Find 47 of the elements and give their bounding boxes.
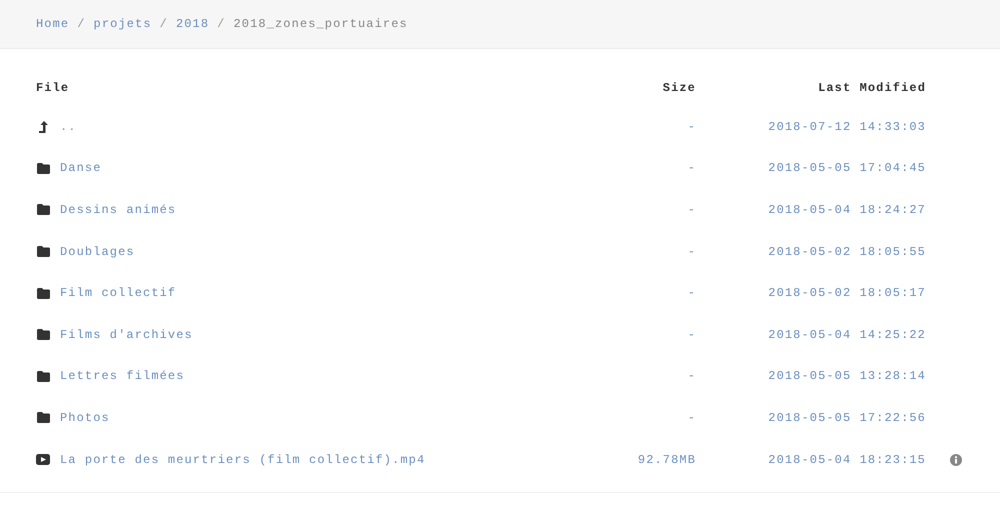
file-link[interactable]: La porte des meurtriers (film collectif).mp4 <box>60 450 426 469</box>
video-icon <box>36 454 50 466</box>
file-size: - <box>686 368 696 386</box>
file-size: - <box>686 326 696 344</box>
breadcrumb-link[interactable]: projets <box>94 15 152 33</box>
file-size: - <box>686 244 696 261</box>
modified-date: 2018-05-05 17:04:45 <box>767 160 926 178</box>
separator: / <box>77 16 86 33</box>
file-size: - <box>686 410 696 427</box>
file-link[interactable]: Danse <box>60 159 102 178</box>
file-size: - <box>686 118 696 136</box>
file-link[interactable]: Dessins animés <box>60 200 176 219</box>
column-header: File <box>36 80 70 97</box>
breadcrumb-link[interactable]: 2018 <box>176 15 210 33</box>
modified-date: 2018-05-05 13:28:14 <box>767 368 926 386</box>
file-link[interactable]: Films d'archives <box>60 326 193 344</box>
modified-date: 2018-05-02 18:05:55 <box>767 244 926 261</box>
separator: / <box>217 16 226 33</box>
modified-date: 2018-05-02 18:05:17 <box>767 285 926 302</box>
modified-date: 2018-05-04 14:25:22 <box>767 326 926 344</box>
file-link[interactable]: Photos <box>60 408 110 427</box>
column-header: Size <box>662 80 696 97</box>
modified-date: 2018-05-04 18:23:15 <box>767 452 926 469</box>
folder-icon <box>36 162 50 174</box>
file-size: - <box>686 202 696 219</box>
file-size: - <box>686 285 696 302</box>
file-size: - <box>686 160 696 178</box>
info-icon[interactable] <box>950 454 962 466</box>
folder-icon <box>36 288 50 299</box>
folder-icon <box>36 246 50 258</box>
breadcrumb-link[interactable]: Home <box>36 15 70 33</box>
folder-icon <box>36 204 50 216</box>
parent-link[interactable]: .. <box>60 118 77 136</box>
breadcrumb-current: 2018_zones_portuaires <box>233 16 408 33</box>
file-size: 92.78MB <box>636 452 696 469</box>
file-link[interactable]: Doublages <box>60 242 135 261</box>
modified-date: 2018-07-12 14:33:03 <box>767 118 926 136</box>
modified-date: 2018-05-04 18:24:27 <box>767 202 926 219</box>
folder-icon <box>36 329 50 340</box>
column-header: Last Modified <box>817 80 926 97</box>
file-link[interactable]: Lettres filmées <box>60 367 185 386</box>
folder-icon <box>36 412 50 424</box>
folder-icon <box>36 370 50 382</box>
up-arrow-icon <box>38 120 48 133</box>
file-link[interactable]: Film collectif <box>60 284 176 302</box>
separator: / <box>160 16 168 33</box>
modified-date: 2018-05-05 17:22:56 <box>767 410 926 427</box>
